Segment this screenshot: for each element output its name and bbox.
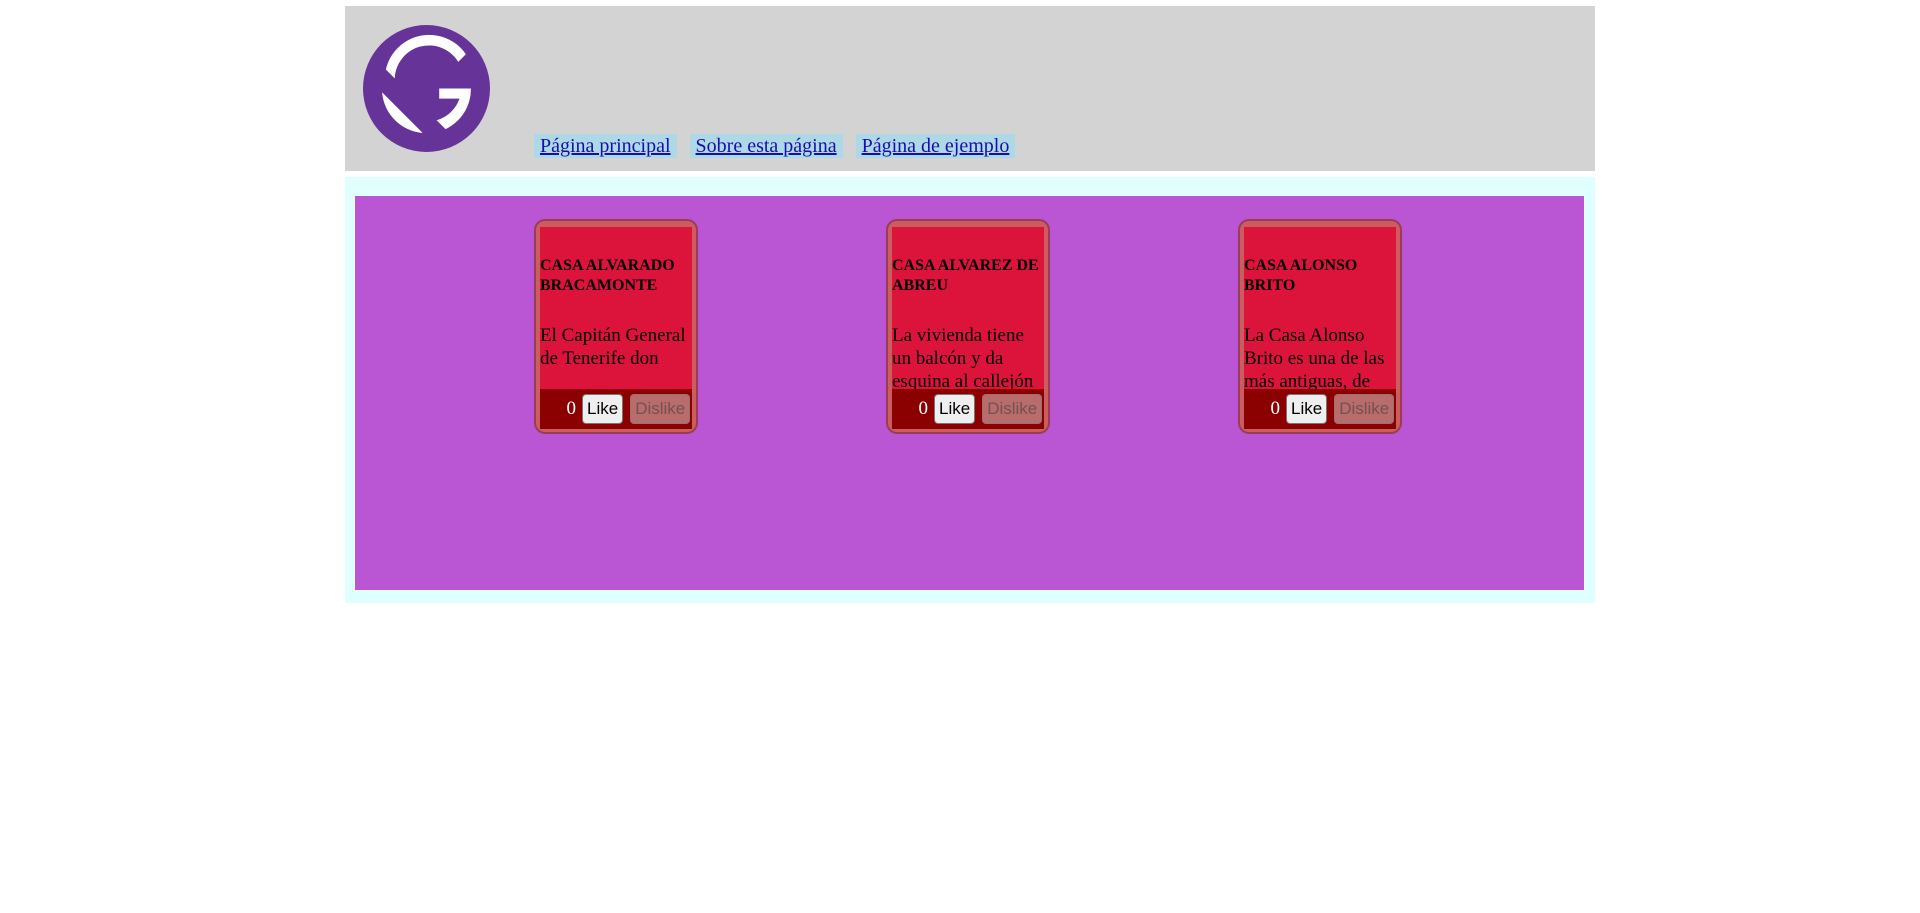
- like-count: 0: [918, 398, 929, 419]
- card-body: CASA ALVARADO BRACAMONTE El Capitán Gene…: [540, 227, 692, 389]
- dislike-button[interactable]: Dislike: [982, 394, 1043, 424]
- dislike-button[interactable]: Dislike: [1334, 394, 1395, 424]
- card: CASA ALVARADO BRACAMONTE El Capitán Gene…: [534, 219, 698, 434]
- like-count: 0: [1270, 398, 1281, 419]
- card-body: CASA ALVAREZ DE ABREU La vivienda tiene …: [892, 227, 1044, 389]
- nav-link-example[interactable]: Página de ejemplo: [855, 134, 1016, 158]
- page: Página principal Sobre esta página Págin…: [345, 6, 1595, 603]
- card: CASA ALONSO BRITO La Casa Alonso Brito e…: [1238, 219, 1402, 434]
- card-text: La Casa Alonso Brito es una de las más a…: [1244, 325, 1385, 389]
- like-button[interactable]: Like: [1286, 394, 1328, 424]
- gatsby-logo-icon[interactable]: [363, 25, 490, 152]
- card-title: CASA ALVAREZ DE ABREU: [892, 257, 1039, 294]
- main-container: CASA ALVARADO BRACAMONTE El Capitán Gene…: [345, 177, 1595, 603]
- card-footer: 0 Like Dislike: [892, 389, 1044, 429]
- like-button[interactable]: Like: [934, 394, 976, 424]
- card-footer: 0 Like Dislike: [1244, 389, 1396, 429]
- card-text: El Capitán General de Tenerife don: [540, 325, 686, 369]
- card-footer: 0 Like Dislike: [540, 389, 692, 429]
- like-button[interactable]: Like: [582, 394, 624, 424]
- card-text: La vivienda tiene un balcón y da esquina…: [892, 325, 1034, 389]
- card-body: CASA ALONSO BRITO La Casa Alonso Brito e…: [1244, 227, 1396, 389]
- card-title: CASA ALVARADO BRACAMONTE: [540, 257, 675, 294]
- card: CASA ALVAREZ DE ABREU La vivienda tiene …: [886, 219, 1050, 434]
- main-nav: Página principal Sobre esta página Págin…: [534, 134, 1016, 158]
- like-count: 0: [566, 398, 577, 419]
- dislike-button[interactable]: Dislike: [630, 394, 691, 424]
- card-title: CASA ALONSO BRITO: [1244, 257, 1358, 294]
- nav-link-home[interactable]: Página principal: [534, 134, 677, 158]
- site-header: Página principal Sobre esta página Págin…: [345, 6, 1595, 171]
- cards-area: CASA ALVARADO BRACAMONTE El Capitán Gene…: [355, 196, 1584, 590]
- nav-link-about[interactable]: Sobre esta página: [689, 134, 843, 158]
